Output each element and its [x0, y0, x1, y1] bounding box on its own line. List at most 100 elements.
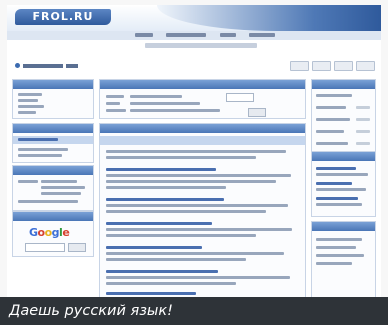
- box-header: [100, 124, 305, 133]
- text-line: [316, 188, 366, 191]
- text-line: [41, 192, 81, 195]
- section-header: [100, 136, 305, 145]
- nav-link[interactable]: [248, 33, 275, 37]
- breadcrumb-link[interactable]: [66, 64, 78, 68]
- box-header: [13, 80, 93, 89]
- text-line: [106, 156, 256, 159]
- search-box: [99, 79, 306, 119]
- text-line: [316, 203, 362, 206]
- box-header: [100, 80, 305, 89]
- text-line: [18, 154, 62, 157]
- toolbar-button[interactable]: [356, 61, 375, 71]
- toolbar-button[interactable]: [290, 61, 309, 71]
- google-search-box: Google: [12, 211, 94, 257]
- image-caption: Даешь русский язык!: [0, 297, 388, 325]
- text-line: [106, 174, 291, 177]
- box-header: [312, 152, 375, 161]
- google-search-input[interactable]: [25, 243, 65, 252]
- link[interactable]: [316, 197, 358, 200]
- news-title-link[interactable]: [106, 168, 216, 171]
- search-input[interactable]: [226, 93, 254, 102]
- site-header: FROL.RU: [7, 5, 381, 31]
- text-line: [316, 246, 356, 249]
- text-line: [41, 180, 77, 183]
- text-line: [106, 102, 120, 105]
- sub-navigation[interactable]: [145, 43, 257, 48]
- nav-link[interactable]: [219, 33, 236, 37]
- text-line: [106, 95, 124, 98]
- link[interactable]: [316, 167, 356, 170]
- google-search-button[interactable]: [68, 243, 86, 252]
- text-line: [316, 262, 352, 265]
- link[interactable]: [316, 182, 352, 185]
- search-button[interactable]: [248, 108, 266, 117]
- text-line: [106, 282, 236, 285]
- value-cell: [356, 142, 370, 145]
- text-line: [106, 186, 226, 189]
- box-header: [13, 212, 93, 221]
- news-list: [99, 123, 306, 297]
- text-line: [106, 150, 286, 153]
- info-box: [12, 123, 94, 163]
- text-line: [316, 118, 350, 121]
- header-banner: [157, 5, 381, 31]
- text-line: [106, 204, 288, 207]
- text-line: [106, 276, 290, 279]
- text-line: [316, 173, 368, 176]
- text-line: [106, 258, 246, 261]
- stats-box: [311, 79, 376, 161]
- text-line: [106, 180, 276, 183]
- value-cell: [356, 130, 370, 133]
- text-line: [18, 99, 38, 102]
- text-line: [18, 93, 42, 96]
- text-line: [106, 252, 284, 255]
- screenshot-frame: FROL.RU Google: [7, 5, 381, 297]
- value-cell: [356, 106, 370, 109]
- text-line: [316, 254, 364, 257]
- text-line: [316, 142, 348, 145]
- text-line: [41, 186, 85, 189]
- text-line: [130, 102, 200, 105]
- text-line: [316, 106, 346, 109]
- text-line: [106, 210, 266, 213]
- text-line: [316, 94, 352, 97]
- box-header: [312, 222, 375, 231]
- news-title-link[interactable]: [106, 246, 202, 249]
- box-header: [13, 124, 93, 133]
- top-navigation: [7, 31, 381, 40]
- text-line: [18, 180, 38, 183]
- box-header: [312, 80, 375, 89]
- toolbar: [290, 61, 375, 71]
- value-cell: [356, 118, 370, 121]
- text-line: [106, 234, 256, 237]
- text-line: [130, 109, 220, 112]
- google-logo: Google: [29, 226, 70, 239]
- nav-link[interactable]: [166, 33, 207, 37]
- login-box: [12, 79, 94, 119]
- link[interactable]: [18, 138, 58, 141]
- toolbar-button[interactable]: [312, 61, 331, 71]
- toolbar-button[interactable]: [334, 61, 353, 71]
- text-line: [18, 105, 44, 108]
- site-logo[interactable]: FROL.RU: [15, 9, 111, 25]
- text-line: [18, 111, 36, 114]
- text-line: [316, 130, 344, 133]
- text-line: [106, 109, 126, 112]
- news-title-link[interactable]: [106, 270, 218, 273]
- breadcrumb-link[interactable]: [23, 64, 63, 68]
- text-line: [18, 148, 68, 151]
- links-box: [311, 151, 376, 217]
- home-icon[interactable]: [15, 63, 20, 68]
- box-header: [13, 166, 93, 175]
- text-line: [316, 238, 362, 241]
- text-line: [130, 95, 182, 98]
- news-title-link[interactable]: [106, 292, 196, 295]
- breadcrumb: [15, 63, 78, 69]
- text-line: [18, 200, 78, 203]
- news-title-link[interactable]: [106, 198, 224, 201]
- nav-link[interactable]: [135, 33, 153, 37]
- news-title-link[interactable]: [106, 222, 212, 225]
- text-line: [106, 228, 292, 231]
- sidebar-box: [311, 221, 376, 297]
- feature-box: [12, 165, 94, 211]
